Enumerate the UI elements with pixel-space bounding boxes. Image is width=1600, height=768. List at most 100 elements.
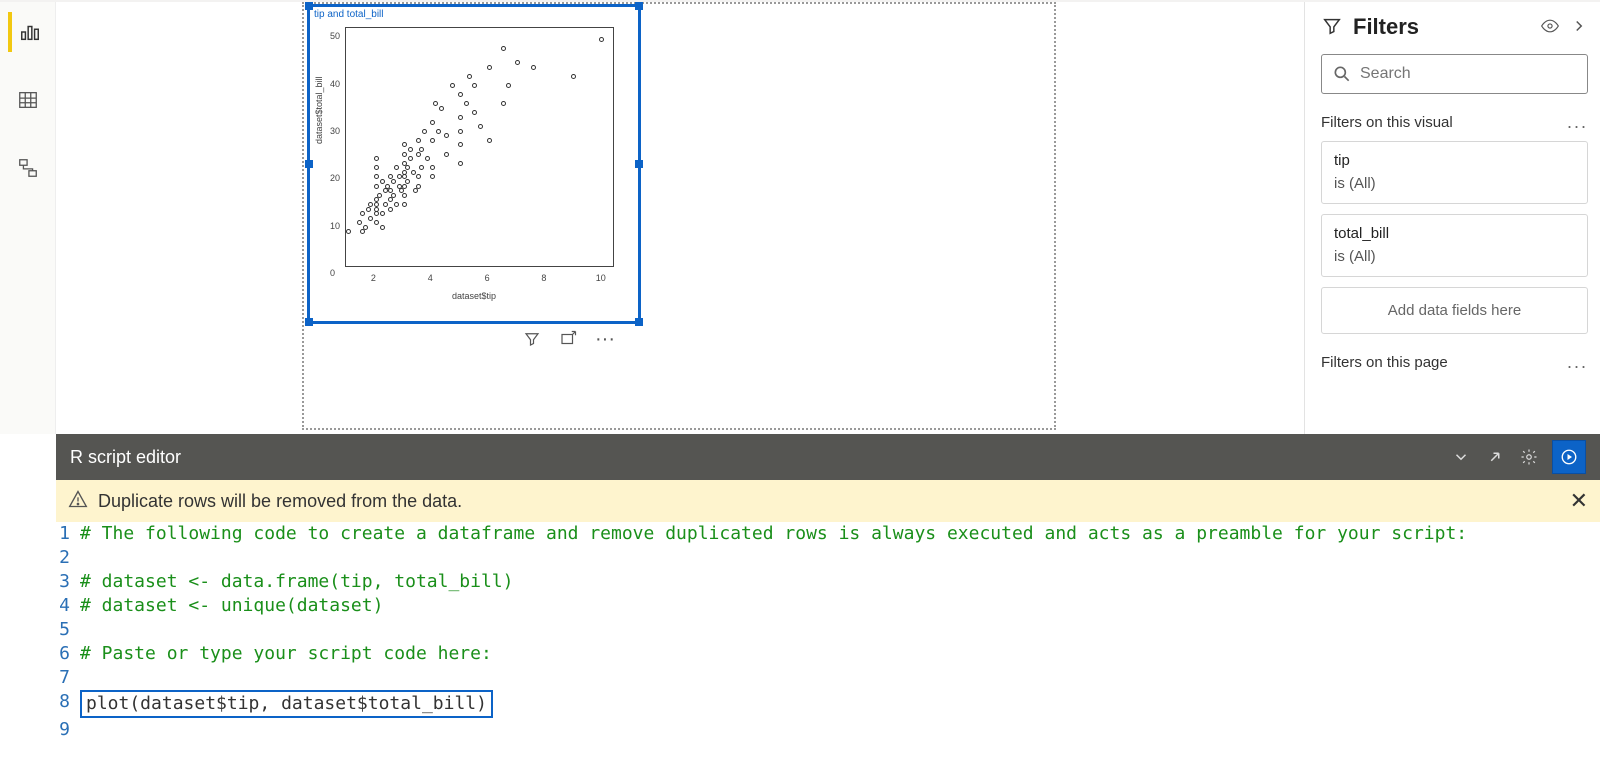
x-tick: 8: [541, 273, 546, 283]
filter-card-total-bill[interactable]: total_bill is (All): [1321, 214, 1588, 277]
data-point: [368, 216, 373, 221]
filter-field-name: tip: [1334, 150, 1575, 173]
data-point: [402, 202, 407, 207]
data-point: [416, 152, 421, 157]
search-icon: [1332, 64, 1352, 84]
filter-field-state: is (All): [1334, 246, 1575, 269]
popout-icon[interactable]: [1478, 440, 1512, 474]
more-icon[interactable]: ···: [595, 334, 615, 344]
data-point: [571, 74, 576, 79]
y-tick: 10: [330, 221, 340, 231]
data-point: [405, 165, 410, 170]
data-point: [501, 101, 506, 106]
collapse-icon[interactable]: [1444, 440, 1478, 474]
data-point: [458, 92, 463, 97]
x-tick: 10: [596, 273, 606, 283]
code-line[interactable]: 6# Paste or type your script code here:: [56, 642, 1600, 666]
data-point: [478, 124, 483, 129]
data-point: [374, 197, 379, 202]
resize-handle[interactable]: [635, 2, 643, 10]
filter-field-name: total_bill: [1334, 223, 1575, 246]
gear-icon[interactable]: [1512, 440, 1546, 474]
data-point: [366, 207, 371, 212]
line-number: 5: [56, 618, 80, 642]
code-line[interactable]: 4# dataset <- unique(dataset): [56, 594, 1600, 618]
code-line[interactable]: 7: [56, 666, 1600, 690]
search-input[interactable]: [1360, 65, 1577, 83]
more-icon[interactable]: ...: [1567, 112, 1588, 133]
focus-mode-icon[interactable]: [559, 330, 577, 348]
resize-handle[interactable]: [305, 160, 313, 168]
data-point: [439, 106, 444, 111]
add-fields-drop[interactable]: Add data fields here: [1321, 287, 1588, 334]
visual-action-bar: ···: [523, 330, 615, 348]
view-rail: [0, 2, 56, 434]
data-point: [357, 220, 362, 225]
section-visual-label: Filters on this visual: [1321, 114, 1453, 131]
data-point: [515, 60, 520, 65]
data-point: [388, 197, 393, 202]
data-point: [374, 184, 379, 189]
code-line[interactable]: 1# The following code to create a datafr…: [56, 522, 1600, 546]
scatter-plot: [346, 28, 613, 266]
data-point: [436, 129, 441, 134]
resize-handle[interactable]: [635, 318, 643, 326]
data-point: [531, 65, 536, 70]
code-line[interactable]: 3# dataset <- data.frame(tip, total_bill…: [56, 570, 1600, 594]
data-point: [391, 193, 396, 198]
resize-handle[interactable]: [305, 2, 313, 10]
more-icon[interactable]: ...: [1567, 352, 1588, 373]
data-point: [430, 120, 435, 125]
data-point: [391, 179, 396, 184]
resize-handle[interactable]: [635, 160, 643, 168]
code-editor[interactable]: 1# The following code to create a datafr…: [56, 522, 1600, 756]
data-point: [363, 225, 368, 230]
filter-icon[interactable]: [523, 330, 541, 348]
data-point: [374, 211, 379, 216]
y-axis-label: dataset$total_bill: [314, 76, 324, 144]
filter-card-tip[interactable]: tip is (All): [1321, 141, 1588, 204]
code-line[interactable]: 8plot(dataset$tip, dataset$total_bill): [56, 690, 1600, 718]
x-tick: 2: [371, 273, 376, 283]
report-canvas[interactable]: tip and total_bill dataset$total_bill 2 4…: [56, 2, 1304, 434]
data-point: [487, 138, 492, 143]
close-icon[interactable]: ✕: [1570, 488, 1588, 514]
y-tick: 0: [330, 268, 335, 278]
y-tick: 40: [330, 79, 340, 89]
data-point: [444, 133, 449, 138]
data-point: [444, 152, 449, 157]
code-line[interactable]: 2: [56, 546, 1600, 570]
data-point: [374, 202, 379, 207]
data-point: [360, 229, 365, 234]
data-point: [394, 165, 399, 170]
resize-handle[interactable]: [305, 318, 313, 326]
data-point: [599, 37, 604, 42]
filters-title: Filters: [1353, 14, 1530, 40]
visual-title: tip and total_bill: [310, 7, 638, 20]
x-axis-label: dataset$tip: [310, 291, 638, 301]
run-script-button[interactable]: [1552, 440, 1586, 474]
code-line[interactable]: 9: [56, 718, 1600, 742]
data-point: [458, 115, 463, 120]
code-line[interactable]: 5: [56, 618, 1600, 642]
warning-text: Duplicate rows will be removed from the …: [98, 491, 462, 512]
expand-pane-icon[interactable]: [1570, 17, 1588, 38]
model-view[interactable]: [8, 148, 48, 188]
data-point: [416, 174, 421, 179]
data-point: [430, 174, 435, 179]
x-tick: 6: [485, 273, 490, 283]
data-point: [422, 129, 427, 134]
data-point: [394, 202, 399, 207]
r-visual-selected[interactable]: tip and total_bill dataset$total_bill 2 4…: [307, 4, 641, 324]
data-view[interactable]: [8, 80, 48, 120]
y-tick: 20: [330, 173, 340, 183]
eye-icon[interactable]: [1540, 16, 1560, 39]
filter-field-state: is (All): [1334, 173, 1575, 196]
data-point: [374, 220, 379, 225]
report-view[interactable]: [8, 12, 48, 52]
filters-search[interactable]: [1321, 54, 1588, 94]
line-number: 1: [56, 522, 80, 546]
data-point: [458, 142, 463, 147]
data-point: [380, 225, 385, 230]
script-editor-header: R script editor: [56, 434, 1600, 480]
